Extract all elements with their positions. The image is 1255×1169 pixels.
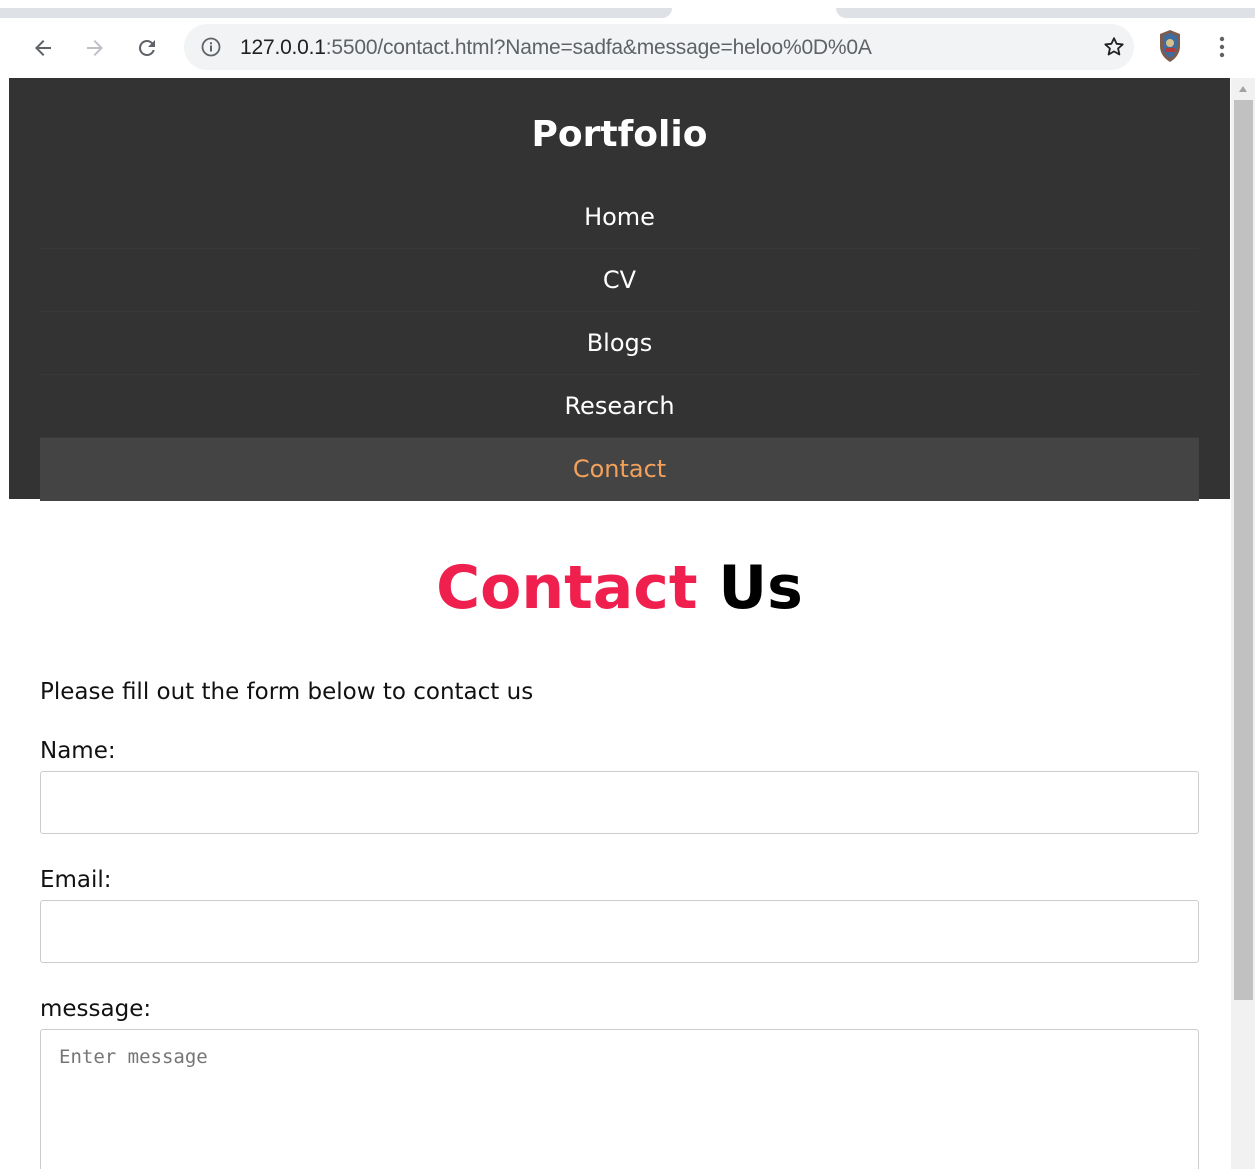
- page-title-rest: Us: [718, 553, 803, 623]
- site-brand[interactable]: Portfolio: [9, 114, 1230, 155]
- contact-form: Name: Email: message:: [40, 735, 1199, 1169]
- url-text[interactable]: 127.0.0.1:5500/contact.html?Name=sadfa&m…: [240, 36, 872, 60]
- nav-item-home[interactable]: Home: [40, 186, 1199, 249]
- page-title: Contact Us: [40, 555, 1199, 621]
- info-icon[interactable]: [200, 36, 222, 58]
- message-field[interactable]: [40, 1029, 1199, 1169]
- main-content: Contact Us Please fill out the form belo…: [9, 555, 1230, 1169]
- tab[interactable]: [836, 8, 1255, 18]
- site-nav: Home CV Blogs Research Contact: [40, 186, 1199, 501]
- browser-toolbar: 127.0.0.1:5500/contact.html?Name=sadfa&m…: [0, 22, 1255, 78]
- url-host: 127.0.0.1: [240, 36, 326, 59]
- page-title-accent: Contact: [436, 553, 698, 623]
- arrow-right-icon[interactable]: [79, 32, 111, 64]
- nav-item-contact[interactable]: Contact: [40, 438, 1199, 501]
- email-field[interactable]: [40, 900, 1199, 963]
- nav-item-blogs[interactable]: Blogs: [40, 312, 1199, 375]
- page-scrollbar[interactable]: [1231, 78, 1255, 1169]
- tab-strip: [0, 0, 1255, 22]
- reload-icon[interactable]: [131, 32, 163, 64]
- address-bar[interactable]: 127.0.0.1:5500/contact.html?Name=sadfa&m…: [184, 24, 1134, 70]
- name-label: Name:: [40, 738, 116, 764]
- name-field[interactable]: [40, 771, 1199, 834]
- page-viewport: Portfolio Home CV Blogs Research Contact…: [9, 78, 1230, 1169]
- tab[interactable]: [0, 8, 672, 18]
- email-label: Email:: [40, 867, 112, 893]
- url-path: :5500/contact.html?Name=sadfa&message=he…: [325, 36, 872, 59]
- star-icon[interactable]: [1102, 35, 1126, 59]
- site-header: Portfolio Home CV Blogs Research Contact: [9, 78, 1230, 501]
- scroll-up-icon[interactable]: [1231, 78, 1255, 100]
- scrollbar-thumb[interactable]: [1234, 100, 1253, 1000]
- avatar[interactable]: [1156, 28, 1184, 64]
- nav-item-research[interactable]: Research: [40, 375, 1199, 438]
- message-label: message:: [40, 996, 152, 1022]
- nav-item-cv[interactable]: CV: [40, 249, 1199, 312]
- intro-text: Please fill out the form below to contac…: [40, 679, 534, 705]
- more-vertical-icon[interactable]: [1212, 33, 1232, 61]
- arrow-left-icon[interactable]: [27, 32, 59, 64]
